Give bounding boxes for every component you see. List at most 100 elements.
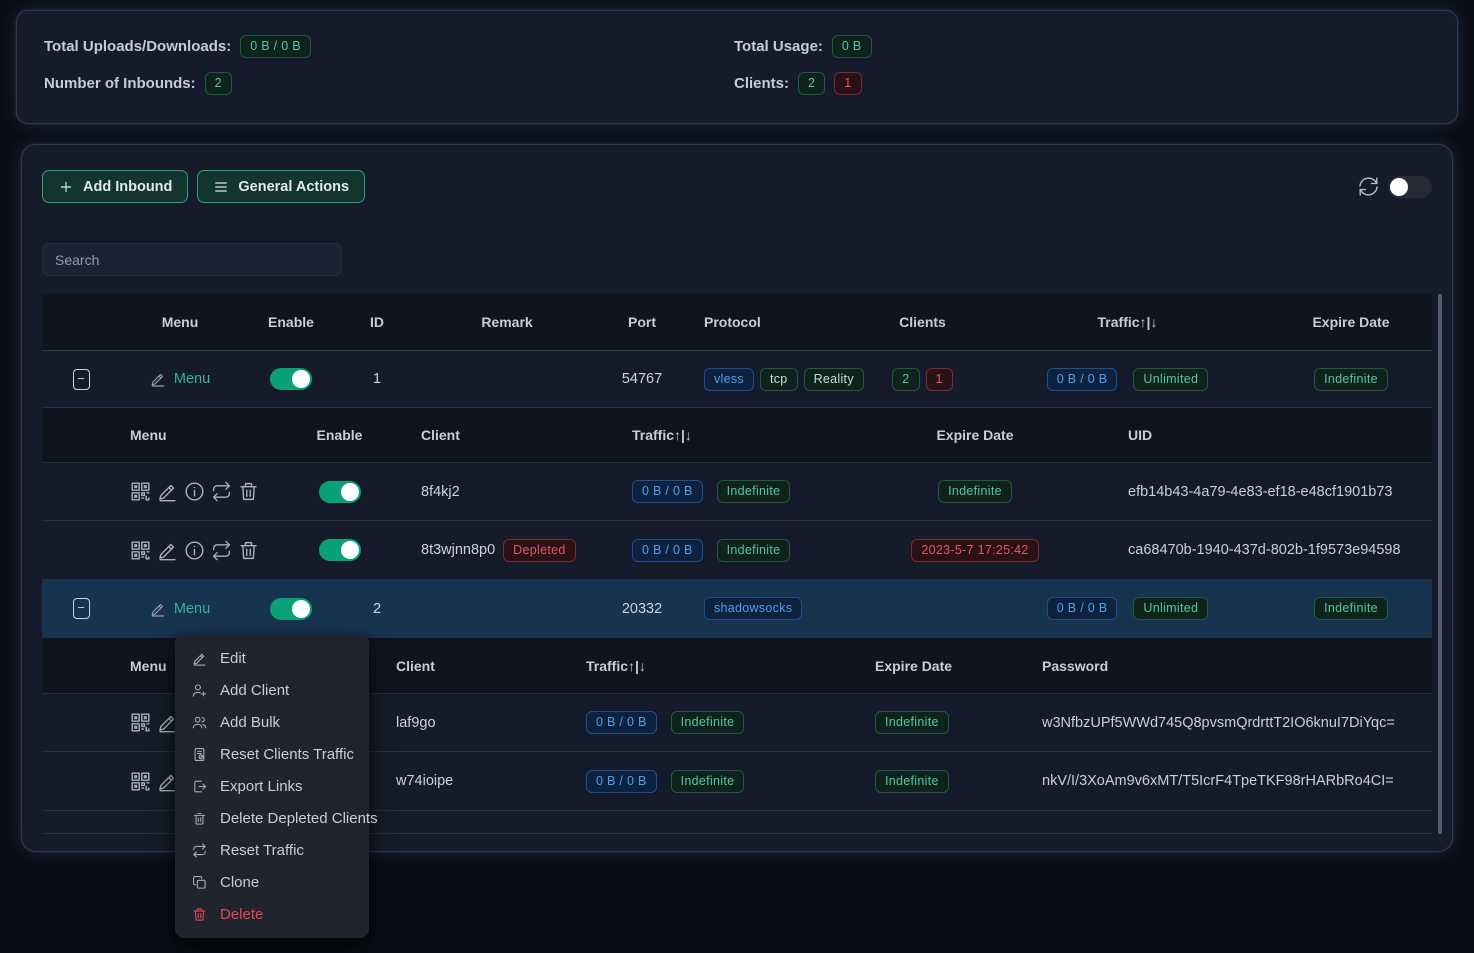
security-tag: Reality: [804, 368, 864, 391]
menu-item-label: Export Links: [220, 778, 303, 795]
stat-number-of-inbounds: Number of Inbounds: 2: [44, 72, 734, 95]
menu-item-reset-traffic[interactable]: Reset Traffic: [175, 834, 369, 866]
expire-badge: 2023-5-7 17:25:42: [911, 539, 1038, 562]
edit-client-icon[interactable]: [157, 540, 178, 561]
traffic-badge: 0 B / 0 B: [1047, 368, 1118, 391]
add-client-icon: [192, 683, 207, 698]
expire-badge: Indefinite: [1314, 597, 1388, 620]
client-enable-toggle[interactable]: [319, 539, 361, 561]
general-actions-button[interactable]: General Actions: [197, 170, 365, 203]
stat-label: Total Uploads/Downloads:: [44, 38, 231, 55]
table-scrollbar[interactable]: [1438, 294, 1442, 834]
info-icon[interactable]: [184, 540, 205, 561]
traffic-badge: 0 B / 0 B: [1047, 597, 1118, 620]
inbound-menu-label: Menu: [174, 601, 210, 617]
menu-item-export-links[interactable]: Export Links: [175, 770, 369, 802]
auto-refresh-toggle[interactable]: [1388, 176, 1432, 198]
menu-item-label: Delete: [220, 906, 263, 923]
stats-panel: Total Uploads/Downloads: 0 B / 0 B Total…: [16, 10, 1458, 124]
col-traffic-sort[interactable]: Traffic↑|↓: [562, 658, 860, 674]
client-password: w3NfbzUPf5WWd745Q8pvsmQrdrttT2IO6knuI7Di…: [1030, 715, 1432, 731]
col-traffic-sort[interactable]: Traffic↑|↓: [985, 314, 1270, 330]
clone-icon: [192, 875, 207, 890]
menu-lines-icon: [213, 179, 229, 195]
col-protocol: Protocol: [682, 314, 860, 330]
stat-clients: Clients: 2 1: [734, 72, 1430, 95]
menu-item-add-bulk[interactable]: Add Bulk: [175, 706, 369, 738]
inbound-port: 54767: [602, 371, 682, 387]
edit-icon: [192, 651, 207, 666]
traffic-badge: 0 B / 0 B: [586, 770, 657, 793]
menu-item-label: Add Bulk: [220, 714, 280, 731]
refresh-icon: [1358, 176, 1379, 197]
edit-icon: [150, 371, 166, 387]
menu-item-edit[interactable]: Edit: [175, 642, 369, 674]
stat-label: Number of Inbounds:: [44, 75, 196, 92]
qr-code-icon[interactable]: [130, 481, 151, 502]
reset-traffic-icon: [192, 843, 207, 858]
client-name: laf9go: [372, 715, 562, 731]
expire-badge: Indefinite: [875, 770, 949, 793]
traffic-limit-badge: Indefinite: [671, 770, 745, 793]
col-client: Client: [372, 658, 562, 674]
col-enable: Enable: [240, 314, 342, 330]
menu-item-clone[interactable]: Clone: [175, 866, 369, 898]
collapse-row-button[interactable]: −: [73, 598, 90, 619]
traffic-badge: 0 B / 0 B: [632, 480, 703, 503]
menu-item-delete[interactable]: Delete: [175, 898, 369, 930]
toggle-knob: [341, 483, 359, 501]
plus-icon: [58, 179, 74, 195]
stat-value-badge: 2: [205, 72, 232, 95]
refresh-button[interactable]: [1358, 176, 1379, 197]
inbound-id: 2: [342, 601, 412, 617]
transport-tag: tcp: [760, 368, 798, 391]
col-menu: Menu: [120, 427, 302, 443]
qr-code-icon[interactable]: [130, 712, 151, 733]
clients-depleted-badge: 1: [834, 72, 861, 95]
client-name: 8t3wjnn8p0: [421, 542, 495, 558]
reset-traffic-icon[interactable]: [211, 540, 232, 561]
inbound-row-2: − Menu 2 20332 shadowsocks 0 B / 0 B Unl…: [42, 580, 1432, 638]
qr-code-icon[interactable]: [130, 540, 151, 561]
col-client: Client: [377, 427, 562, 443]
delete-icon: [192, 907, 207, 922]
col-expire-date: Expire Date: [1270, 314, 1432, 330]
menu-item-label: Add Client: [220, 682, 289, 699]
edit-client-icon[interactable]: [157, 481, 178, 502]
col-expire-date: Expire Date: [860, 427, 1090, 443]
client-enable-toggle[interactable]: [319, 481, 361, 503]
client-name: w74ioipe: [372, 773, 562, 789]
stat-total-uploads-downloads: Total Uploads/Downloads: 0 B / 0 B: [44, 35, 734, 58]
inbound-enable-toggle[interactable]: [270, 598, 312, 620]
inbound-menu-button[interactable]: Menu: [150, 601, 210, 617]
client-name: 8f4kj2: [377, 484, 562, 500]
menu-item-add-client[interactable]: Add Client: [175, 674, 369, 706]
protocol-tag: shadowsocks: [704, 597, 802, 620]
protocol-tag: vless: [704, 368, 754, 391]
toggle-knob: [292, 600, 310, 618]
col-uid: UID: [1090, 427, 1432, 443]
search-input[interactable]: [42, 243, 342, 276]
toggle-knob: [341, 541, 359, 559]
col-menu: Menu: [120, 314, 240, 330]
col-password: Password: [1030, 658, 1432, 674]
inbound-port: 20332: [602, 601, 682, 617]
collapse-row-button[interactable]: −: [73, 369, 90, 390]
add-inbound-button[interactable]: Add Inbound: [42, 170, 188, 203]
delete-client-icon[interactable]: [238, 540, 259, 561]
delete-client-icon[interactable]: [238, 481, 259, 502]
inbound-menu-button[interactable]: Menu: [150, 371, 210, 387]
col-traffic-sort[interactable]: Traffic↑|↓: [562, 427, 860, 443]
stat-value-badge: 0 B / 0 B: [240, 35, 311, 58]
inbound-enable-toggle[interactable]: [270, 368, 312, 390]
menu-item-delete-depleted-clients[interactable]: Delete Depleted Clients: [175, 802, 369, 834]
menu-item-reset-clients-traffic[interactable]: Reset Clients Traffic: [175, 738, 369, 770]
reset-traffic-icon[interactable]: [211, 481, 232, 502]
qr-code-icon[interactable]: [130, 771, 151, 792]
expire-badge: Indefinite: [1314, 368, 1388, 391]
traffic-limit-badge: Unlimited: [1133, 597, 1208, 620]
client-password: nkV/I/3XoAm9v6xMT/T5IcrF4TpeTKF98rHARbRo…: [1030, 773, 1432, 789]
stat-label: Total Usage:: [734, 38, 823, 55]
client-table-header-row: Menu Enable Client Traffic↑|↓ Expire Dat…: [42, 408, 1432, 463]
info-icon[interactable]: [184, 481, 205, 502]
